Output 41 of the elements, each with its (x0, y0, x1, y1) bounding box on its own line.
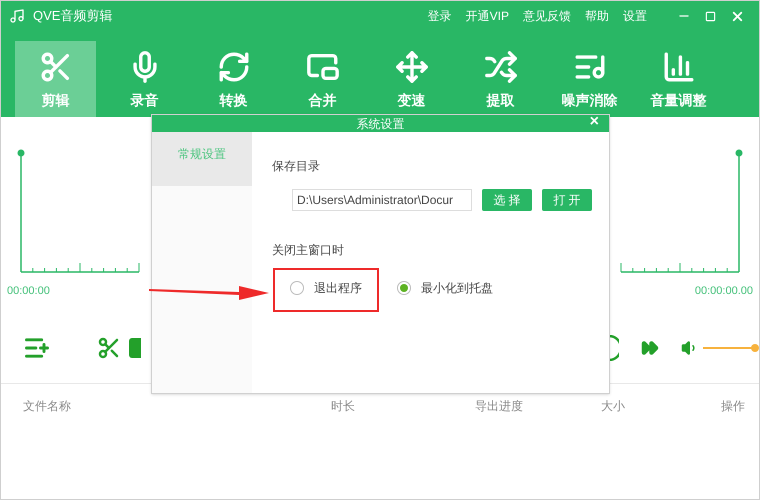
arc-icon[interactable] (607, 335, 619, 361)
shuffle-icon (484, 50, 518, 84)
bar-chart-icon (662, 50, 696, 84)
column-header: 大小 (601, 398, 625, 414)
square-icon[interactable] (129, 338, 141, 358)
tool-tab[interactable]: 合并 (282, 41, 363, 117)
scissors-icon[interactable] (97, 336, 121, 360)
tool-tab[interactable]: 转换 (193, 41, 274, 117)
column-header: 导出进度 (475, 398, 524, 414)
radio-option[interactable]: 最小化到托盘 (397, 279, 493, 297)
save-dir-field[interactable]: D:\Users\Administrator\Docur (292, 189, 472, 211)
column-header: 时长 (331, 398, 356, 414)
column-header: 操作 (721, 398, 745, 414)
top-menu-link[interactable]: 登录 (428, 7, 452, 25)
radio-option[interactable]: 退出程序 (290, 279, 362, 297)
start-time: 00:00:00 (7, 284, 50, 299)
refresh-icon (216, 50, 250, 84)
tool-tab[interactable]: 剪辑 (15, 41, 96, 117)
close-behavior-label: 关闭主窗口时 (272, 242, 345, 259)
tool-tab[interactable]: 录音 (104, 41, 185, 117)
dialog-title: 系统设置 (356, 116, 404, 132)
maximize-icon[interactable] (705, 10, 716, 22)
open-button[interactable]: 打 开 (542, 189, 592, 211)
column-header: 文件名称 (23, 398, 72, 414)
choose-button[interactable]: 选 择 (482, 189, 532, 211)
window-title: QVE音频剪辑 (33, 7, 112, 26)
top-menu-link[interactable]: 意见反馈 (523, 7, 571, 25)
tool-tab[interactable]: 变速 (371, 41, 452, 117)
top-menu-link[interactable]: 设置 (623, 7, 647, 25)
fast-forward-icon[interactable] (641, 339, 659, 357)
sidebar-item[interactable]: 常规设置 (152, 132, 252, 186)
top-menu-link[interactable]: 开通VIP (466, 7, 509, 25)
tool-tab[interactable]: 音量调整 (638, 41, 719, 117)
save-dir-label: 保存目录 (272, 158, 321, 175)
tool-tab[interactable]: 提取 (460, 41, 541, 117)
radio-button[interactable] (397, 281, 411, 295)
top-menu-link[interactable]: 帮助 (585, 7, 609, 25)
end-time: 00:00:00.00 (694, 284, 753, 299)
four-arrows-icon (394, 50, 428, 84)
radio-button[interactable] (290, 281, 304, 295)
music-note-icon (9, 8, 25, 24)
